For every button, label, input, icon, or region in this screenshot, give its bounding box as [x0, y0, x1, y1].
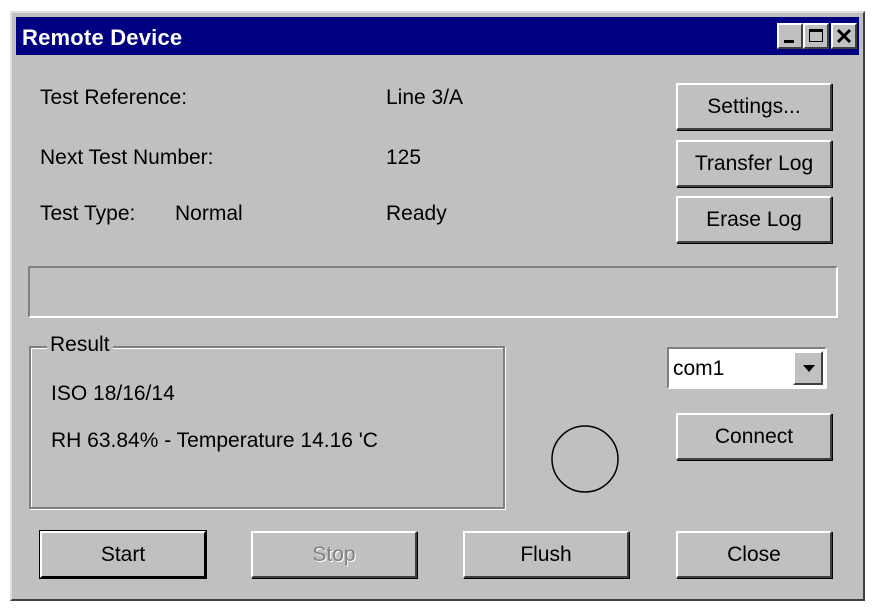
port-select-dropdown-button[interactable]: [793, 351, 823, 385]
start-button[interactable]: Start: [39, 530, 207, 579]
dropdown-arrow-icon: [803, 365, 815, 372]
status-indicator-circle: [551, 425, 619, 493]
flush-button[interactable]: Flush: [463, 531, 629, 578]
title-bar[interactable]: Remote Device: [16, 17, 859, 55]
close-window-button[interactable]: [831, 23, 857, 49]
minimize-icon: [784, 40, 794, 43]
port-select[interactable]: com1: [667, 347, 827, 389]
result-rh-temperature: RH 63.84% - Temperature 14.16 'C: [51, 429, 378, 452]
status-text: Ready: [386, 202, 447, 225]
test-type-label: Test Type:: [40, 202, 136, 225]
stop-button: Stop: [251, 531, 417, 578]
erase-log-button[interactable]: Erase Log: [676, 196, 832, 243]
next-test-number-label: Next Test Number:: [40, 146, 214, 169]
window-title: Remote Device: [22, 25, 183, 50]
maximize-icon: [809, 29, 823, 42]
settings-button[interactable]: Settings...: [676, 83, 832, 130]
result-iso-code: ISO 18/16/14: [51, 382, 175, 405]
next-test-number-value: 125: [386, 146, 422, 169]
close-icon: [836, 28, 852, 44]
connect-button[interactable]: Connect: [676, 413, 832, 460]
result-group-label: Result: [47, 333, 113, 357]
test-reference-value: Line 3/A: [386, 86, 464, 109]
maximize-button[interactable]: [803, 23, 829, 49]
test-reference-label: Test Reference:: [40, 86, 188, 109]
transfer-log-button[interactable]: Transfer Log: [676, 140, 832, 187]
port-select-value: com1: [673, 357, 725, 380]
progress-bar: [28, 266, 838, 318]
minimize-button[interactable]: [777, 23, 803, 49]
result-group: [29, 346, 505, 509]
test-type-value: Normal: [175, 202, 243, 225]
close-button[interactable]: Close: [676, 531, 832, 578]
